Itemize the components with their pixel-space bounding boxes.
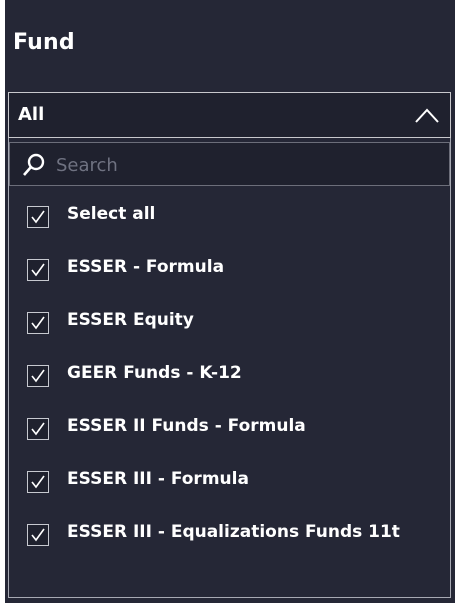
checkmark-icon bbox=[31, 263, 45, 277]
option-list: Select all ESSER - Formula ESSER Equity … bbox=[9, 194, 450, 565]
selected-value: All bbox=[18, 104, 45, 125]
fund-slicer-panel: Fund All Select all bbox=[5, 0, 455, 603]
checkbox[interactable] bbox=[27, 259, 49, 281]
option-esser-iii[interactable]: ESSER III - Formula bbox=[9, 459, 450, 512]
option-label: Select all bbox=[67, 204, 156, 224]
dropdown-list: Select all ESSER - Formula ESSER Equity … bbox=[8, 138, 451, 598]
checkmark-icon bbox=[31, 210, 45, 224]
option-select-all[interactable]: Select all bbox=[9, 194, 450, 247]
checkbox[interactable] bbox=[27, 471, 49, 493]
checkbox[interactable] bbox=[27, 418, 49, 440]
fund-dropdown[interactable]: All bbox=[8, 92, 451, 138]
slicer-title: Fund bbox=[13, 30, 75, 55]
option-label: ESSER Equity bbox=[67, 310, 194, 330]
checkbox[interactable] bbox=[27, 365, 49, 387]
checkbox[interactable] bbox=[27, 524, 49, 546]
option-label: ESSER III - Equalizations Funds 11t bbox=[67, 522, 400, 542]
option-label: ESSER III - Formula bbox=[67, 469, 249, 489]
option-esser-formula[interactable]: ESSER - Formula bbox=[9, 247, 450, 300]
option-label: ESSER - Formula bbox=[67, 257, 225, 277]
chevron-up-icon[interactable] bbox=[414, 105, 440, 125]
checkmark-icon bbox=[31, 475, 45, 489]
checkmark-icon bbox=[31, 422, 45, 436]
option-esser-iii-equalizations[interactable]: ESSER III - Equalizations Funds 11t bbox=[9, 512, 450, 565]
search-input[interactable] bbox=[54, 149, 438, 181]
search-box[interactable] bbox=[9, 142, 450, 186]
checkbox[interactable] bbox=[27, 206, 49, 228]
option-label: GEER Funds - K-12 bbox=[67, 363, 242, 383]
option-esser-equity[interactable]: ESSER Equity bbox=[9, 300, 450, 353]
checkmark-icon bbox=[31, 528, 45, 542]
option-label: ESSER II Funds - Formula bbox=[67, 416, 306, 436]
option-geer-funds[interactable]: GEER Funds - K-12 bbox=[9, 353, 450, 406]
checkmark-icon bbox=[31, 369, 45, 383]
checkmark-icon bbox=[31, 316, 45, 330]
option-esser-ii[interactable]: ESSER II Funds - Formula bbox=[9, 406, 450, 459]
checkbox[interactable] bbox=[27, 312, 49, 334]
search-icon bbox=[23, 153, 45, 176]
